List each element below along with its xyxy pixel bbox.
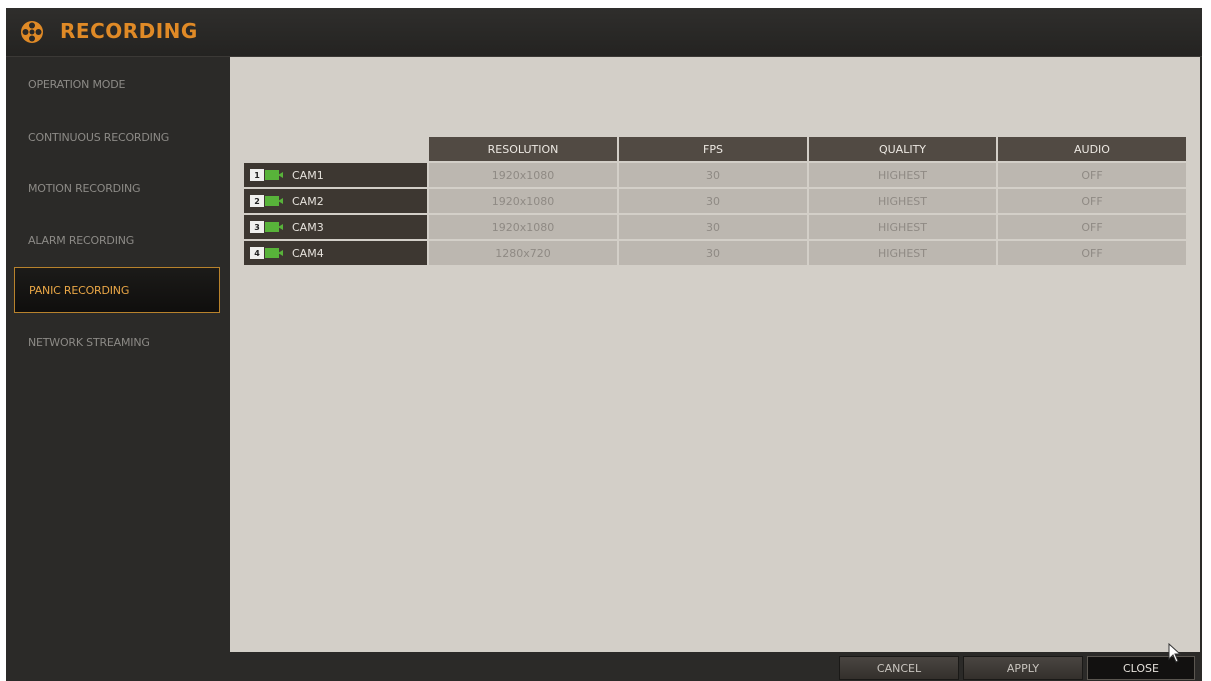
- resolution-cell[interactable]: 1920x1080: [429, 215, 617, 239]
- title-bar: RECORDING: [6, 8, 1202, 57]
- resolution-cell[interactable]: 1920x1080: [429, 163, 617, 187]
- header-quality: QUALITY: [809, 137, 996, 161]
- camera-icon: 1: [250, 167, 284, 183]
- sidebar-item-continuous-recording[interactable]: CONTINUOUS RECORDING: [14, 114, 220, 160]
- audio-cell[interactable]: OFF: [998, 215, 1186, 239]
- sidebar-item-operation-mode[interactable]: OPERATION MODE: [14, 61, 220, 107]
- quality-cell[interactable]: HIGHEST: [809, 215, 996, 239]
- audio-cell[interactable]: OFF: [998, 241, 1186, 265]
- audio-cell[interactable]: OFF: [998, 189, 1186, 213]
- apply-button[interactable]: APPLY: [963, 656, 1083, 680]
- sidebar-item-motion-recording[interactable]: MOTION RECORDING: [14, 165, 220, 211]
- camera-name: CAM4: [292, 246, 324, 260]
- quality-cell[interactable]: HIGHEST: [809, 241, 996, 265]
- fps-cell[interactable]: 30: [619, 215, 807, 239]
- header-audio: AUDIO: [998, 137, 1186, 161]
- camera-row-label[interactable]: 1 CAM1: [244, 163, 427, 187]
- resolution-cell[interactable]: 1920x1080: [429, 189, 617, 213]
- sidebar: OPERATION MODE CONTINUOUS RECORDING MOTI…: [6, 57, 228, 655]
- sidebar-item-alarm-recording[interactable]: ALARM RECORDING: [14, 217, 220, 263]
- camera-number: 3: [250, 221, 264, 233]
- quality-cell[interactable]: HIGHEST: [809, 189, 996, 213]
- camera-row-label[interactable]: 4 CAM4: [244, 241, 427, 265]
- fps-cell[interactable]: 30: [619, 163, 807, 187]
- sidebar-item-panic-recording[interactable]: PANIC RECORDING: [14, 267, 220, 313]
- footer-bar: CANCEL APPLY CLOSE: [6, 653, 1202, 681]
- camera-number: 4: [250, 247, 264, 259]
- camera-row-label[interactable]: 2 CAM2: [244, 189, 427, 213]
- camera-number: 1: [250, 169, 264, 181]
- camera-row-label[interactable]: 3 CAM3: [244, 215, 427, 239]
- fps-cell[interactable]: 30: [619, 189, 807, 213]
- resolution-cell[interactable]: 1280x720: [429, 241, 617, 265]
- camera-name: CAM3: [292, 220, 324, 234]
- header-fps: FPS: [619, 137, 807, 161]
- window-title: RECORDING: [60, 19, 198, 43]
- audio-cell[interactable]: OFF: [998, 163, 1186, 187]
- camera-icon: 2: [250, 193, 284, 209]
- camera-icon: 3: [250, 219, 284, 235]
- camera-icon: 4: [250, 245, 284, 261]
- cancel-button[interactable]: CANCEL: [839, 656, 959, 680]
- sidebar-item-network-streaming[interactable]: NETWORK STREAMING: [14, 319, 220, 365]
- recording-window: RECORDING OPERATION MODE CONTINUOUS RECO…: [6, 8, 1202, 681]
- content-panel: RESOLUTION FPS QUALITY AUDIO 1 CAM1 1920…: [230, 57, 1200, 652]
- film-reel-icon: [21, 21, 43, 43]
- mouse-cursor-icon: [1168, 643, 1182, 663]
- camera-name: CAM1: [292, 168, 324, 182]
- fps-cell[interactable]: 30: [619, 241, 807, 265]
- quality-cell[interactable]: HIGHEST: [809, 163, 996, 187]
- header-resolution: RESOLUTION: [429, 137, 617, 161]
- camera-name: CAM2: [292, 194, 324, 208]
- camera-number: 2: [250, 195, 264, 207]
